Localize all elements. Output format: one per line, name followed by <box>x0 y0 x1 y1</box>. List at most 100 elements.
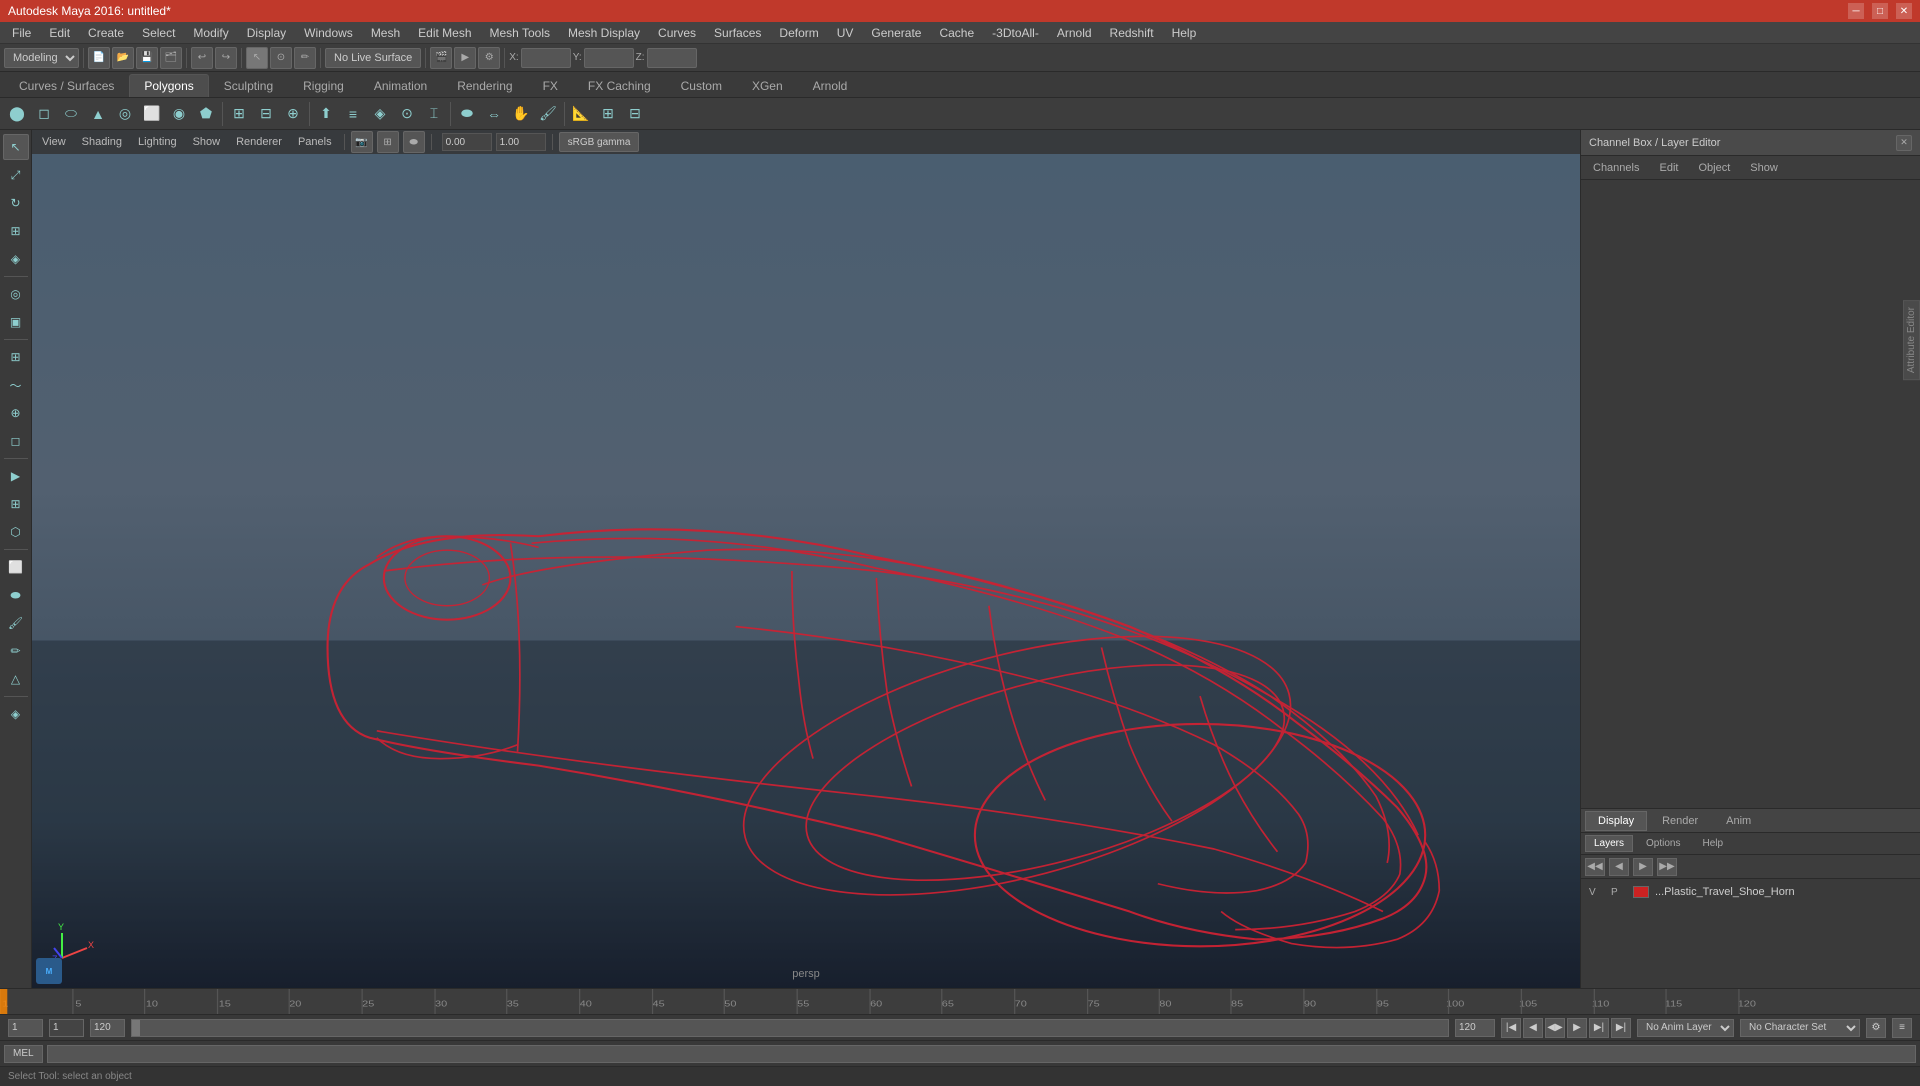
tab-fx-caching[interactable]: FX Caching <box>573 74 666 97</box>
render-region-btn[interactable]: ▶ <box>3 463 29 489</box>
gamma-btn[interactable]: sRGB gamma <box>559 132 640 152</box>
extrude-icon-btn[interactable]: ⬆ <box>313 101 339 127</box>
menu-mesh[interactable]: Mesh <box>363 24 408 42</box>
timeline-ruler[interactable]: 1 5 10 15 20 25 30 35 40 45 <box>0 989 1920 1014</box>
layer-row[interactable]: V P ...Plastic_Travel_Shoe_Horn <box>1585 883 1916 901</box>
smooth-icon-btn[interactable]: ⬬ <box>454 101 480 127</box>
anim-layer-dropdown[interactable]: No Anim Layer <box>1637 1019 1734 1037</box>
ipr-btn[interactable]: ▶ <box>454 47 476 69</box>
layer-back-btn[interactable]: ◀◀ <box>1585 858 1605 876</box>
uv-icon-btn[interactable]: 📐 <box>568 101 594 127</box>
menu-help[interactable]: Help <box>1164 24 1205 42</box>
disk-icon-btn[interactable]: ◉ <box>166 101 192 127</box>
script-input[interactable] <box>47 1045 1916 1063</box>
select-mode-btn[interactable]: ↖ <box>3 134 29 160</box>
menu-create[interactable]: Create <box>80 24 132 42</box>
mel-btn[interactable]: MEL <box>4 1045 43 1063</box>
vp-coord-x-input[interactable] <box>442 133 492 151</box>
soft-sel-btn[interactable]: ◎ <box>3 281 29 307</box>
render-layer-tab[interactable]: Render <box>1649 811 1711 831</box>
vp-renderer-btn[interactable]: Renderer <box>230 135 288 149</box>
sculpt-icon-btn[interactable]: ✋ <box>508 101 534 127</box>
lasso-select-btn[interactable]: ⊙ <box>270 47 292 69</box>
panel-close-btn[interactable]: ✕ <box>1896 135 1912 151</box>
edge-icon-btn[interactable]: ⌶ <box>421 101 447 127</box>
vp-lighting-btn[interactable]: Lighting <box>132 135 183 149</box>
tab-arnold[interactable]: Arnold <box>798 74 863 97</box>
sphere-icon-btn[interactable]: ⬤ <box>4 101 30 127</box>
vp-wireframe-btn[interactable]: ⊞ <box>377 131 399 153</box>
vp-smooth-btn[interactable]: ⬬ <box>403 131 425 153</box>
playback-range-slider[interactable] <box>131 1019 1449 1037</box>
plane-icon-btn[interactable]: ⬜ <box>139 101 165 127</box>
rotate-btn[interactable]: ↻ <box>3 190 29 216</box>
layer-next-btn[interactable]: ▶ <box>1633 858 1653 876</box>
layer-playback[interactable]: P <box>1611 887 1627 898</box>
tab-rigging[interactable]: Rigging <box>288 74 359 97</box>
no-live-surface-btn[interactable]: No Live Surface <box>325 48 421 68</box>
menu-mesh-tools[interactable]: Mesh Tools <box>482 24 558 42</box>
new-scene-btn[interactable]: 📄 <box>88 47 110 69</box>
anim-settings-btn[interactable]: ⚙ <box>1866 1018 1886 1038</box>
attribute-editor-tab[interactable]: Attribute Editor <box>1903 300 1920 380</box>
scale-btn[interactable]: ⊞ <box>3 218 29 244</box>
current-frame-input[interactable] <box>49 1019 84 1037</box>
menu-3dto-all[interactable]: -3DtoAll- <box>984 24 1047 42</box>
go-end-btn[interactable]: ▶| <box>1611 1018 1631 1038</box>
vp-cam-btn[interactable]: 📷 <box>351 131 373 153</box>
vp-scale-input[interactable] <box>496 133 546 151</box>
torus-icon-btn[interactable]: ◎ <box>112 101 138 127</box>
play-fwd-btn[interactable]: ▶ <box>1567 1018 1587 1038</box>
select-tool-btn[interactable]: ↖ <box>246 47 268 69</box>
tab-sculpting[interactable]: Sculpting <box>209 74 288 97</box>
help-subtab[interactable]: Help <box>1693 835 1732 852</box>
snap-grid-btn[interactable]: ⊞ <box>3 344 29 370</box>
tab-polygons[interactable]: Polygons <box>129 74 208 97</box>
loop-icon-btn[interactable]: ⊙ <box>394 101 420 127</box>
render-settings-btn[interactable]: ⚙ <box>478 47 500 69</box>
tab-animation[interactable]: Animation <box>359 74 442 97</box>
tab-custom[interactable]: Custom <box>666 74 737 97</box>
object-tab[interactable]: Object <box>1690 160 1738 176</box>
vp-shading-btn[interactable]: Shading <box>76 135 128 149</box>
menu-select[interactable]: Select <box>134 24 183 42</box>
open-scene-btn[interactable]: 📂 <box>112 47 134 69</box>
menu-redshift[interactable]: Redshift <box>1102 24 1162 42</box>
menu-modify[interactable]: Modify <box>185 24 236 42</box>
cube-icon-btn[interactable]: ◻ <box>31 101 57 127</box>
create-poly-btn[interactable]: △ <box>3 666 29 692</box>
frame-start-input[interactable] <box>8 1019 43 1037</box>
save-scene-btn[interactable]: 💾 <box>136 47 158 69</box>
snap-surface-btn[interactable]: ◻ <box>3 428 29 454</box>
tab-curves-surfaces[interactable]: Curves / Surfaces <box>4 74 129 97</box>
redo-btn[interactable]: ↪ <box>215 47 237 69</box>
go-start-btn[interactable]: |◀ <box>1501 1018 1521 1038</box>
play-back-btn[interactable]: ◀▶ <box>1545 1018 1565 1038</box>
vp-panels-btn[interactable]: Panels <box>292 135 338 149</box>
show-tab[interactable]: Show <box>1742 160 1786 176</box>
mirror-icon-btn[interactable]: ⇔ <box>481 101 507 127</box>
universal-manip-btn[interactable]: ◈ <box>3 246 29 272</box>
bevel-icon-btn[interactable]: ◈ <box>367 101 393 127</box>
menu-deform[interactable]: Deform <box>771 24 826 42</box>
menu-uv[interactable]: UV <box>829 24 862 42</box>
move-btn[interactable]: ⤢ <box>3 162 29 188</box>
vp-view-btn[interactable]: View <box>36 135 72 149</box>
menu-edit[interactable]: Edit <box>41 24 78 42</box>
cylinder-icon-btn[interactable]: ⬭ <box>58 101 84 127</box>
display-layer-tab[interactable]: Display <box>1585 811 1647 831</box>
anim-layer-tab[interactable]: Anim <box>1713 811 1764 831</box>
menu-file[interactable]: File <box>4 24 39 42</box>
iso-line-btn[interactable]: ⊞ <box>3 491 29 517</box>
tab-rendering[interactable]: Rendering <box>442 74 527 97</box>
save-all-btn[interactable]: 🗂 <box>160 47 182 69</box>
z-coord-input[interactable] <box>647 48 697 68</box>
channels-tab[interactable]: Channels <box>1585 160 1647 176</box>
vp-show-btn[interactable]: Show <box>187 135 227 149</box>
menu-cache[interactable]: Cache <box>931 24 982 42</box>
mode-dropdown[interactable]: Modeling <box>4 48 79 68</box>
viewport[interactable]: View Shading Lighting Show Renderer Pane… <box>32 130 1580 988</box>
anim-options-btn[interactable]: ≡ <box>1892 1018 1912 1038</box>
char-set-dropdown[interactable]: No Character Set <box>1740 1019 1860 1037</box>
paint-select-btn[interactable]: ✏ <box>294 47 316 69</box>
